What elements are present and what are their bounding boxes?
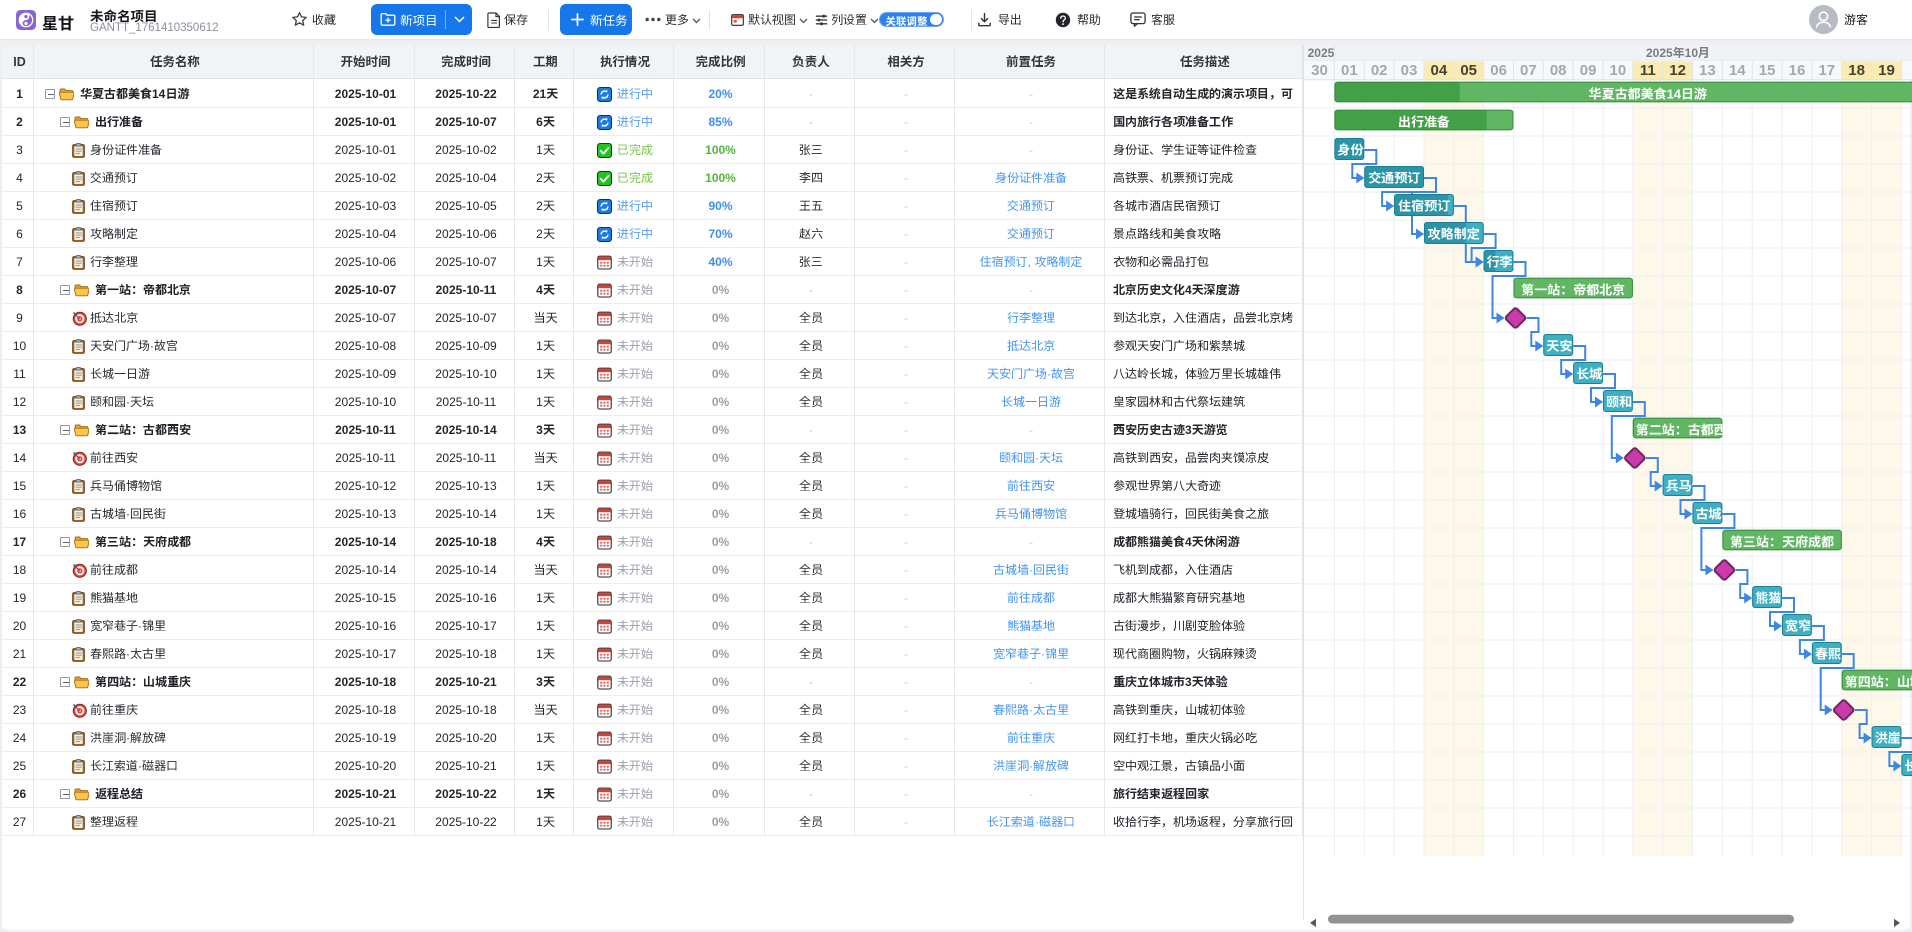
svg-text:行李整理: 行李整理 (1487, 255, 1539, 270)
svg-text:02: 02 (1371, 62, 1388, 79)
svg-text:07: 07 (1520, 62, 1537, 79)
svg-text:天安门广场·故宫: 天安门广场·故宫 (1546, 339, 1641, 354)
svg-text:华夏古都美食14日游: 华夏古都美食14日游 (1588, 87, 1707, 102)
svg-text:出行准备: 出行准备 (1398, 115, 1450, 130)
svg-text:03: 03 (1401, 62, 1418, 79)
svg-text:第三站：天府成都: 第三站：天府成都 (1730, 535, 1834, 550)
svg-text:30: 30 (1311, 62, 1328, 79)
svg-text:2025年10月: 2025年10月 (1646, 46, 1710, 60)
svg-text:12: 12 (1669, 62, 1686, 79)
svg-text:09: 09 (1580, 62, 1597, 79)
svg-text:古城墙·回民街: 古城墙·回民街 (1696, 507, 1778, 522)
svg-text:第四站：山城重庆: 第四站：山城重庆 (1845, 675, 1912, 690)
svg-text:15: 15 (1759, 62, 1776, 79)
svg-text:攻略制定: 攻略制定 (1428, 227, 1480, 242)
svg-text:06: 06 (1490, 62, 1507, 79)
svg-text:18: 18 (1848, 62, 1865, 79)
svg-text:01: 01 (1341, 62, 1358, 79)
svg-text:04: 04 (1431, 62, 1448, 79)
svg-text:交通预订: 交通预订 (1368, 171, 1420, 186)
svg-text:第二站：古都西安: 第二站：古都西安 (1636, 423, 1740, 438)
svg-text:10: 10 (1610, 62, 1627, 79)
svg-text:17: 17 (1818, 62, 1835, 79)
svg-text:第一站：帝都北京: 第一站：帝都北京 (1521, 283, 1625, 298)
svg-text:14: 14 (1729, 62, 1746, 79)
svg-text:05: 05 (1460, 62, 1477, 79)
svg-text:长江索道·磁器口: 长江索道·磁器口 (1904, 759, 1912, 774)
svg-text:11: 11 (1640, 62, 1656, 79)
svg-text:熊猫基地: 熊猫基地 (1755, 591, 1807, 606)
svg-text:16: 16 (1789, 62, 1806, 79)
svg-text:13: 13 (1699, 62, 1716, 79)
svg-text:19: 19 (1878, 62, 1895, 79)
svg-text:08: 08 (1550, 62, 1567, 79)
svg-text:住宿预订: 住宿预订 (1398, 199, 1450, 214)
